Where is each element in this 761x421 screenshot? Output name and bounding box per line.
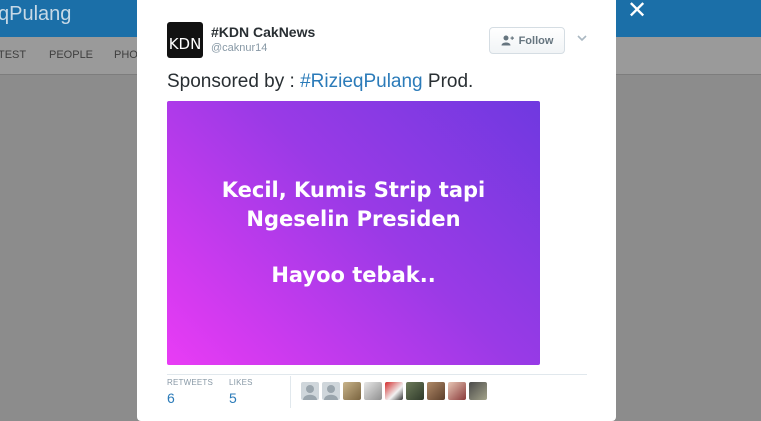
default-avatar-icon <box>303 385 317 400</box>
liker-avatar[interactable] <box>427 382 445 400</box>
liker-avatar[interactable] <box>364 382 382 400</box>
liker-avatar[interactable] <box>322 382 340 400</box>
media-text-line-1: Kecil, Kumis Strip tapi <box>221 178 486 202</box>
follow-button-label: Follow <box>518 34 554 47</box>
tweet-text: Sponsored by : #RizieqPulang Prod. <box>167 71 473 93</box>
close-icon[interactable]: ✕ <box>627 0 647 24</box>
avatar[interactable]: KDN <box>167 22 203 58</box>
screen-name[interactable]: @caknur14 <box>211 42 267 54</box>
retweets-label: RETWEETS <box>167 378 214 387</box>
display-name[interactable]: #KDN CakNews <box>211 24 315 40</box>
likes-stat[interactable]: LIKES 5 <box>229 378 253 406</box>
avatar-logo-text: KDN <box>168 35 202 53</box>
liker-avatar[interactable] <box>343 382 361 400</box>
add-user-icon <box>501 35 514 46</box>
retweets-stat[interactable]: RETWEETS 6 <box>167 378 213 406</box>
chevron-down-icon[interactable] <box>575 31 589 45</box>
follow-button[interactable]: Follow <box>489 27 565 54</box>
tweet-text-prefix: Sponsored by : <box>167 71 301 92</box>
media-text-line-3: Hayoo tebak.. <box>271 263 436 287</box>
tweet-media-image[interactable]: Kecil, Kumis Strip tapi Ngeselin Preside… <box>167 101 540 365</box>
hashtag-link[interactable]: #RizieqPulang <box>300 71 423 92</box>
liker-avatar[interactable] <box>301 382 319 400</box>
default-avatar-icon <box>324 385 338 400</box>
stats-divider <box>167 374 587 375</box>
liker-avatar[interactable] <box>385 382 403 400</box>
retweets-count: 6 <box>167 390 175 406</box>
background-tab-photos: PHO <box>114 49 138 61</box>
tweet-modal: KDN #KDN CakNews @caknur14 Follow Sponso… <box>137 0 616 421</box>
liker-avatar[interactable] <box>406 382 424 400</box>
media-text-line-2: Ngeselin Presiden <box>246 207 461 231</box>
background-tab-latest: TEST <box>0 49 27 61</box>
background-tab-people: PEOPLE <box>49 49 94 61</box>
likes-label: LIKES <box>229 378 253 387</box>
likes-count: 5 <box>229 390 237 406</box>
liker-avatar[interactable] <box>448 382 466 400</box>
tweet-text-suffix: Prod. <box>422 71 474 92</box>
liker-avatars <box>301 382 487 400</box>
stats-separator <box>290 376 291 408</box>
background-page-title: qPulang <box>0 3 72 25</box>
liker-avatar[interactable] <box>469 382 487 400</box>
